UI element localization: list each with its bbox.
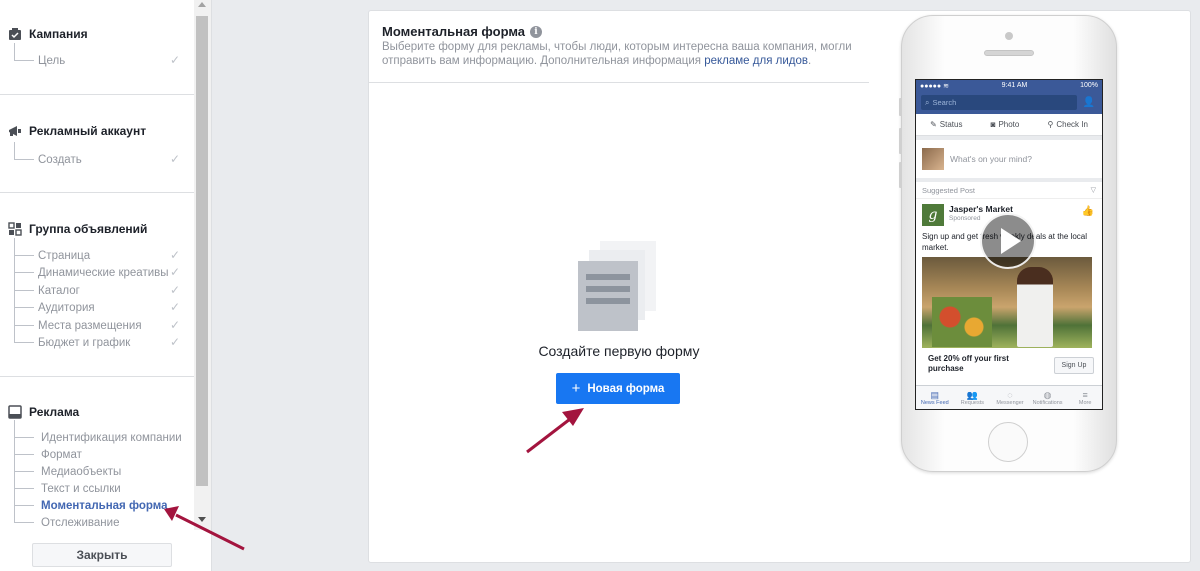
menu-icon: ≡ [1082,389,1088,400]
instant-form-panel: Моментальная форма i Выберите форму для … [368,10,1191,563]
ad-icon [8,405,22,419]
section-title: Реклама [29,405,80,419]
section-title: Кампания [29,27,88,41]
phone-camera [1005,32,1013,40]
panel-description: Выберите форму для рекламы, чтобы люди, … [382,41,852,67]
sidebar-item-audience[interactable]: Аудитория ✓ [12,290,184,316]
fb-header: ⌕ Search 👤 [916,91,1102,114]
play-icon [980,213,1036,269]
section-ad-account[interactable]: Рекламный аккаунт [8,124,146,138]
sidebar-item-create[interactable]: Создать ✓ [12,142,184,168]
battery-indicator: 100% [1080,82,1098,89]
divider [0,192,194,193]
new-form-button[interactable]: + Новая форма [556,373,680,404]
check-icon: ✓ [169,318,180,332]
divider [0,94,194,95]
panel-title: Моментальная форма i [382,24,543,39]
post-photo [922,257,1092,348]
fb-mind-row: What's on your mind? [916,140,1102,178]
sidebar-scrollbar[interactable] [194,0,211,530]
section-ad[interactable]: Реклама [8,405,79,419]
fb-composer: ✎ Status ◙ Photo ⚲ Check In [916,114,1102,136]
messenger-icon: ◌ [1007,389,1013,400]
check-icon: ✓ [169,283,180,297]
sidebar-item-dynamic-creatives[interactable]: Динамические креативы ✓ [12,255,184,281]
camera-icon: ◙ [990,120,996,129]
signal-icon: ●●●●● ≋ [920,82,949,90]
campaign-icon [8,27,22,41]
friends-icon: 👤 [1082,97,1096,108]
section-campaign[interactable]: Кампания [8,27,88,41]
section-title: Рекламный аккаунт [29,124,147,138]
sidebar: Кампания Цель ✓ Рекламный аккаунт Создат… [0,0,212,571]
divider [369,82,869,83]
sidebar-item-tracking[interactable]: Отслеживание [12,505,184,531]
check-icon: ✓ [169,152,180,166]
scroll-up-icon[interactable] [198,2,206,7]
check-icon: ✓ [169,53,180,67]
signup-button: Sign Up [1054,357,1094,374]
page-logo-icon: g [922,204,944,226]
sidebar-item-format[interactable]: Формат [12,437,184,463]
edit-icon: ✎ [930,120,937,129]
close-button[interactable]: Закрыть [32,543,172,567]
lead-ads-link[interactable]: рекламе для лидов [704,55,808,67]
chevron-down-icon: ▽ [1090,187,1096,194]
divider [0,376,194,377]
sidebar-item-instant-form[interactable]: Моментальная форма [12,488,184,514]
fb-tabbar: ▤ News Feed 👥 Requests ◌ Messenger ◍ Notific… [916,385,1102,409]
section-ad-set[interactable]: Группа объявлений [8,222,147,236]
plus-icon: + [571,380,581,397]
news-feed-icon: ▤ [930,389,940,400]
sidebar-nav: Кампания Цель ✓ Рекламный аккаунт Создат… [0,0,194,571]
fb-sponsored-post: Suggested Post ▽ g Jasper's Market Spons… [916,182,1102,406]
scroll-down-icon[interactable] [198,517,206,522]
check-icon: ✓ [169,248,180,262]
like-icon: 👍 [1081,206,1094,217]
info-icon[interactable]: i [530,25,543,38]
search-icon: ⌕ [925,97,930,107]
sidebar-item-text-links[interactable]: Текст и ссылки [12,471,184,497]
phone-status-bar: ●●●●● ≋ 9:41 AM 100% [916,80,1102,91]
avatar [922,148,944,170]
phone-preview: ●●●●● ≋ 9:41 AM 100% ⌕ Search 👤 ✎ Status … [899,15,1117,472]
check-icon: ✓ [169,300,180,314]
empty-state-text: Создайте первую форму [538,343,700,359]
sidebar-item-budget[interactable]: Бюджет и график ✓ [12,325,184,351]
sidebar-item-goal[interactable]: Цель ✓ [12,43,184,69]
sidebar-item-media[interactable]: Медиаобъекты [12,454,184,480]
forms-stack-icon [578,241,656,331]
section-title: Группа объявлений [29,222,148,236]
phone-home-button [988,422,1028,462]
requests-icon: 👥 [966,389,978,400]
fb-search-bar: ⌕ Search [921,95,1077,110]
megaphone-icon [8,124,22,138]
sidebar-item-identity[interactable]: Идентификация компании [12,420,184,446]
globe-icon: ◍ [1043,389,1052,400]
grid-icon [8,222,22,236]
sidebar-item-page[interactable]: Страница ✓ [12,238,184,264]
phone-speaker [984,50,1034,56]
scroll-thumb[interactable] [196,16,208,486]
phone-screen: ●●●●● ≋ 9:41 AM 100% ⌕ Search 👤 ✎ Status … [915,79,1103,410]
sidebar-item-placements[interactable]: Места размещения ✓ [12,308,184,334]
sidebar-item-catalog[interactable]: Каталог ✓ [12,273,184,299]
location-pin-icon: ⚲ [1047,120,1054,129]
check-icon: ✓ [169,265,180,279]
check-icon: ✓ [169,335,180,349]
